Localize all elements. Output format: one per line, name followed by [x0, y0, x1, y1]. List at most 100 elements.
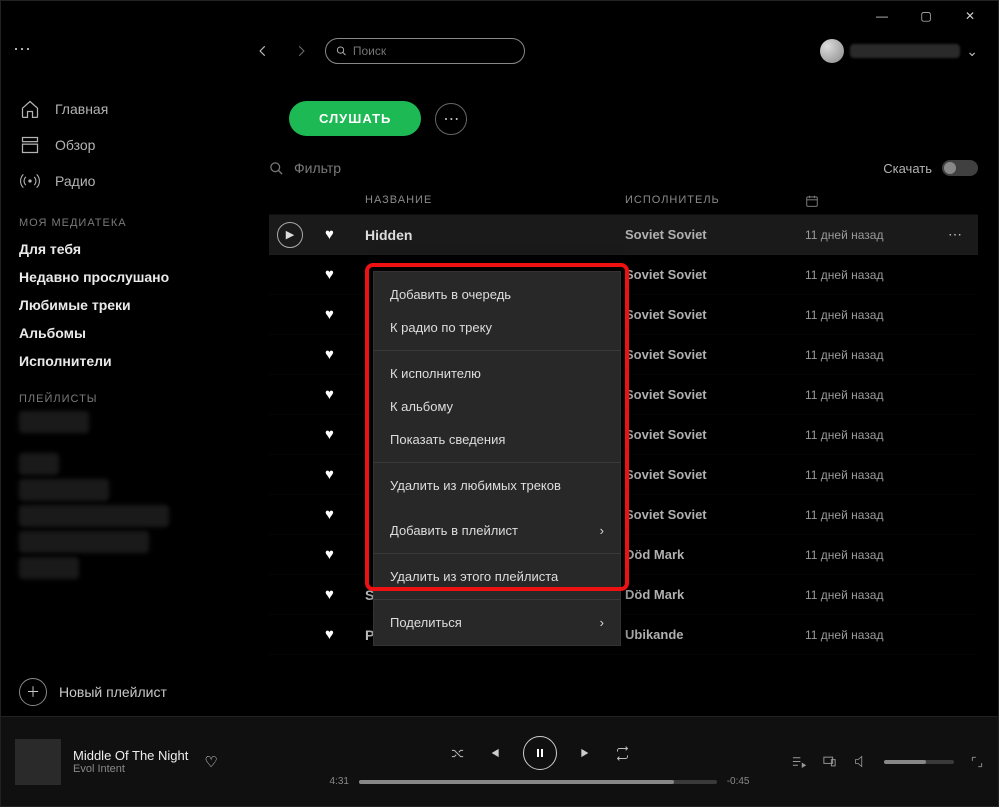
track-artist[interactable]: Soviet Soviet [625, 387, 805, 402]
track-artist[interactable]: Soviet Soviet [625, 427, 805, 442]
progress-bar[interactable] [359, 780, 717, 784]
album-art[interactable] [15, 739, 61, 785]
heart-icon[interactable]: ♥ [325, 626, 365, 643]
window-close[interactable]: ✕ [948, 2, 992, 30]
track-more-button[interactable]: ⋯ [948, 226, 978, 243]
chevron-right-icon [294, 44, 308, 58]
context-menu-item[interactable]: Добавить в плейлист› [374, 514, 620, 547]
app-menu-button[interactable]: ⋯ [1, 29, 45, 69]
like-button[interactable]: ♡ [204, 753, 217, 771]
sidebar-item-главная[interactable]: Главная [19, 91, 231, 127]
filter-label[interactable]: Фильтр [294, 160, 341, 176]
calendar-icon [805, 194, 819, 208]
play-pause-button[interactable] [523, 736, 557, 770]
devices-icon [822, 754, 837, 769]
avatar [820, 39, 844, 63]
track-date: 11 дней назад [805, 388, 948, 402]
heart-icon[interactable]: ♥ [325, 586, 365, 603]
playlist-item-blurred[interactable] [19, 505, 169, 527]
download-toggle-row: Скачать [883, 160, 978, 176]
search-input[interactable] [353, 44, 514, 58]
playlist-item-blurred[interactable] [19, 411, 89, 433]
track-date: 11 дней назад [805, 508, 948, 522]
fullscreen-button[interactable] [970, 755, 984, 769]
context-menu-item[interactable]: Удалить из этого плейлиста [374, 560, 620, 593]
volume-button[interactable] [853, 754, 868, 769]
repeat-button[interactable] [615, 746, 630, 761]
new-playlist-button[interactable]: ＋ Новый плейлист [19, 678, 167, 706]
playlist-item-blurred[interactable] [19, 453, 59, 475]
heart-icon[interactable]: ♥ [325, 306, 365, 323]
window-maximize[interactable]: ▢ [904, 2, 948, 30]
window-minimize[interactable]: — [860, 2, 904, 30]
now-playing-artist[interactable]: Evol Intent [73, 763, 188, 775]
sidebar-item-обзор[interactable]: Обзор [19, 127, 231, 163]
now-playing: Middle Of The Night Evol Intent ♡ [15, 739, 315, 785]
context-menu-item[interactable]: К радио по треку [374, 311, 620, 344]
context-menu-item[interactable]: К исполнителю [374, 357, 620, 390]
nav-back[interactable] [249, 37, 277, 65]
context-menu-label: К исполнителю [390, 366, 481, 381]
search-box[interactable] [325, 38, 525, 64]
search-icon [336, 45, 347, 57]
context-menu-label: Поделиться [390, 615, 462, 630]
heart-icon[interactable]: ♥ [325, 346, 365, 363]
track-artist[interactable]: Soviet Soviet [625, 507, 805, 522]
sidebar-item[interactable]: Исполнители [19, 347, 231, 375]
more-button[interactable]: ⋯ [435, 103, 467, 135]
heart-icon[interactable]: ♥ [325, 466, 365, 483]
track-date: 11 дней назад [805, 348, 948, 362]
queue-button[interactable] [791, 754, 806, 769]
next-button[interactable] [579, 746, 593, 760]
pause-icon [534, 747, 546, 759]
track-artist[interactable]: Soviet Soviet [625, 227, 805, 242]
queue-icon [791, 754, 806, 769]
track-artist[interactable]: Soviet Soviet [625, 267, 805, 282]
sidebar-item[interactable]: Альбомы [19, 319, 231, 347]
playlist-item-blurred[interactable] [19, 557, 79, 579]
prev-button[interactable] [487, 746, 501, 760]
sidebar-item[interactable]: Для тебя [19, 235, 231, 263]
track-artist[interactable]: Död Mark [625, 587, 805, 602]
volume-slider[interactable] [884, 760, 954, 764]
now-playing-title[interactable]: Middle Of The Night [73, 748, 188, 763]
nav-forward[interactable] [287, 37, 315, 65]
sidebar-item[interactable]: Недавно прослушано [19, 263, 231, 291]
devices-button[interactable] [822, 754, 837, 769]
context-menu-item[interactable]: Добавить в очередь [374, 278, 620, 311]
shuffle-button[interactable] [450, 746, 465, 761]
context-menu-item[interactable]: Показать сведения [374, 423, 620, 456]
track-date: 11 дней назад [805, 548, 948, 562]
sidebar-item[interactable]: Любимые треки [19, 291, 231, 319]
track-artist[interactable]: Soviet Soviet [625, 347, 805, 362]
next-icon [579, 746, 593, 760]
home-icon [19, 98, 41, 120]
track-artist[interactable]: Soviet Soviet [625, 467, 805, 482]
download-toggle[interactable] [942, 160, 978, 176]
col-artist[interactable]: ИСПОЛНИТЕЛЬ [625, 194, 805, 208]
heart-icon[interactable]: ♥ [325, 266, 365, 283]
context-menu-item[interactable]: Поделиться› [374, 606, 620, 639]
sidebar-item-радио[interactable]: Радио [19, 163, 231, 199]
topbar: ⌄ [249, 29, 998, 73]
heart-icon[interactable]: ♥ [325, 546, 365, 563]
playlist-item-blurred[interactable] [19, 531, 149, 553]
context-menu-item[interactable]: К альбому [374, 390, 620, 423]
account-menu[interactable]: ⌄ [820, 39, 978, 63]
heart-icon[interactable]: ♥ [325, 226, 365, 243]
track-artist[interactable]: Soviet Soviet [625, 307, 805, 322]
play-track-button[interactable]: ▶ [277, 222, 303, 248]
col-date[interactable] [805, 194, 948, 208]
track-artist[interactable]: Död Mark [625, 547, 805, 562]
track-date: 11 дней назад [805, 268, 948, 282]
track-row[interactable]: ▶♥HiddenSoviet Soviet11 дней назад⋯ [269, 215, 978, 255]
heart-icon[interactable]: ♥ [325, 506, 365, 523]
play-all-button[interactable]: СЛУШАТЬ [289, 101, 421, 136]
context-menu-item[interactable]: Удалить из любимых треков [374, 469, 620, 502]
heart-icon[interactable]: ♥ [325, 426, 365, 443]
track-artist[interactable]: Ubikande [625, 627, 805, 642]
heart-icon[interactable]: ♥ [325, 386, 365, 403]
chevron-right-icon: › [600, 523, 604, 538]
col-title[interactable]: НАЗВАНИЕ [365, 194, 625, 208]
playlist-item-blurred[interactable] [19, 479, 109, 501]
